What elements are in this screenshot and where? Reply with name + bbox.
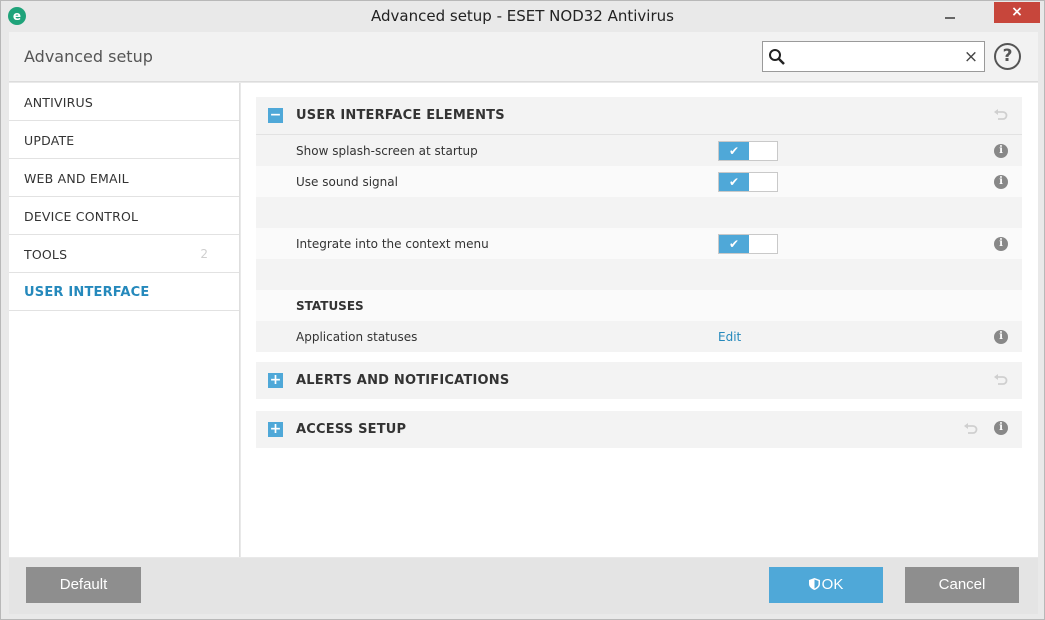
setting-label: Integrate into the context menu — [296, 237, 489, 251]
setting-row-application-statuses: Application statuses Edit i — [256, 321, 1022, 352]
sidebar-item-label: DEVICE CONTROL — [24, 209, 139, 224]
revert-icon[interactable] — [993, 373, 1008, 388]
context-menu-toggle[interactable]: ✔ — [718, 234, 778, 254]
section-header[interactable]: + ACCESS SETUP i — [256, 411, 1022, 448]
clear-search-icon[interactable]: × — [962, 46, 980, 68]
search-input[interactable] — [790, 46, 955, 68]
section-header[interactable]: + ALERTS AND NOTIFICATIONS — [256, 362, 1022, 399]
sidebar-item-label: WEB AND EMAIL — [24, 171, 129, 186]
setting-row-context-menu: Integrate into the context menu ✔ i — [256, 228, 1022, 259]
shield-icon — [808, 578, 820, 590]
page-title: Advanced setup — [24, 47, 153, 66]
close-button[interactable]: × — [994, 2, 1040, 23]
window-title: Advanced setup - ESET NOD32 Antivirus — [371, 7, 674, 25]
cancel-button[interactable]: Cancel — [905, 567, 1019, 603]
setting-row-sound-signal: Use sound signal ✔ i — [256, 166, 1022, 197]
checkmark-icon: ✔ — [719, 173, 749, 191]
search-box[interactable]: × — [762, 41, 985, 72]
sidebar-item-tools[interactable]: TOOLS 2 — [9, 235, 239, 273]
default-button[interactable]: Default — [26, 567, 141, 603]
sidebar-item-user-interface[interactable]: USER INTERFACE — [9, 273, 239, 311]
sidebar-item-update[interactable]: UPDATE — [9, 121, 239, 159]
section-title: USER INTERFACE ELEMENTS — [296, 108, 505, 123]
subsection-heading: STATUSES — [296, 299, 364, 313]
app-window: e Advanced setup - ESET NOD32 Antivirus … — [0, 0, 1045, 620]
section-access-setup: + ACCESS SETUP i — [256, 411, 1022, 448]
title-bar: e Advanced setup - ESET NOD32 Antivirus … — [1, 1, 1044, 31]
setting-label: Use sound signal — [296, 175, 398, 189]
sidebar-item-device-control[interactable]: DEVICE CONTROL — [9, 197, 239, 235]
expand-icon[interactable]: + — [268, 373, 283, 388]
info-icon[interactable]: i — [994, 144, 1008, 158]
section-alerts-and-notifications: + ALERTS AND NOTIFICATIONS — [256, 362, 1022, 399]
setting-row-spacer — [256, 259, 1022, 290]
info-icon[interactable]: i — [994, 421, 1008, 435]
collapse-icon[interactable]: − — [268, 108, 283, 123]
ok-button-label: OK — [821, 576, 844, 593]
statuses-heading-row: STATUSES — [256, 290, 1022, 321]
header-bar: Advanced setup × ? — [9, 32, 1038, 82]
sidebar-item-label: USER INTERFACE — [24, 285, 150, 300]
minimize-icon[interactable] — [938, 5, 962, 25]
sidebar-item-label: UPDATE — [24, 133, 75, 148]
sidebar: ANTIVIRUS UPDATE WEB AND EMAIL DEVICE CO… — [9, 83, 240, 557]
search-icon — [769, 49, 785, 65]
sound-signal-toggle[interactable]: ✔ — [718, 172, 778, 192]
help-icon[interactable]: ? — [994, 43, 1021, 70]
section-header[interactable]: − USER INTERFACE ELEMENTS — [256, 97, 1022, 134]
sidebar-item-web-and-email[interactable]: WEB AND EMAIL — [9, 159, 239, 197]
sidebar-item-antivirus[interactable]: ANTIVIRUS — [9, 83, 239, 121]
section-user-interface-elements: − USER INTERFACE ELEMENTS Show splash-sc… — [256, 97, 1022, 352]
main-content: − USER INTERFACE ELEMENTS Show splash-sc… — [241, 83, 1038, 557]
info-icon[interactable]: i — [994, 175, 1008, 189]
ok-button[interactable]: OK — [769, 567, 883, 603]
checkmark-icon: ✔ — [719, 235, 749, 253]
setting-row-splash-screen: Show splash-screen at startup ✔ i — [256, 135, 1022, 166]
setting-row-spacer — [256, 197, 1022, 228]
setting-label: Show splash-screen at startup — [296, 144, 478, 158]
footer-bar: Default OK Cancel — [9, 558, 1038, 614]
edit-link[interactable]: Edit — [718, 330, 741, 344]
info-icon[interactable]: i — [994, 237, 1008, 251]
setting-label: Application statuses — [296, 330, 418, 344]
revert-icon[interactable] — [963, 422, 978, 437]
info-icon[interactable]: i — [994, 330, 1008, 344]
section-title: ACCESS SETUP — [296, 422, 407, 437]
sidebar-item-count: 2 — [200, 247, 208, 261]
expand-icon[interactable]: + — [268, 422, 283, 437]
splash-screen-toggle[interactable]: ✔ — [718, 141, 778, 161]
sidebar-item-label: ANTIVIRUS — [24, 95, 94, 110]
sidebar-item-label: TOOLS — [24, 247, 68, 262]
revert-icon[interactable] — [993, 108, 1008, 123]
checkmark-icon: ✔ — [719, 142, 749, 160]
section-title: ALERTS AND NOTIFICATIONS — [296, 373, 510, 388]
